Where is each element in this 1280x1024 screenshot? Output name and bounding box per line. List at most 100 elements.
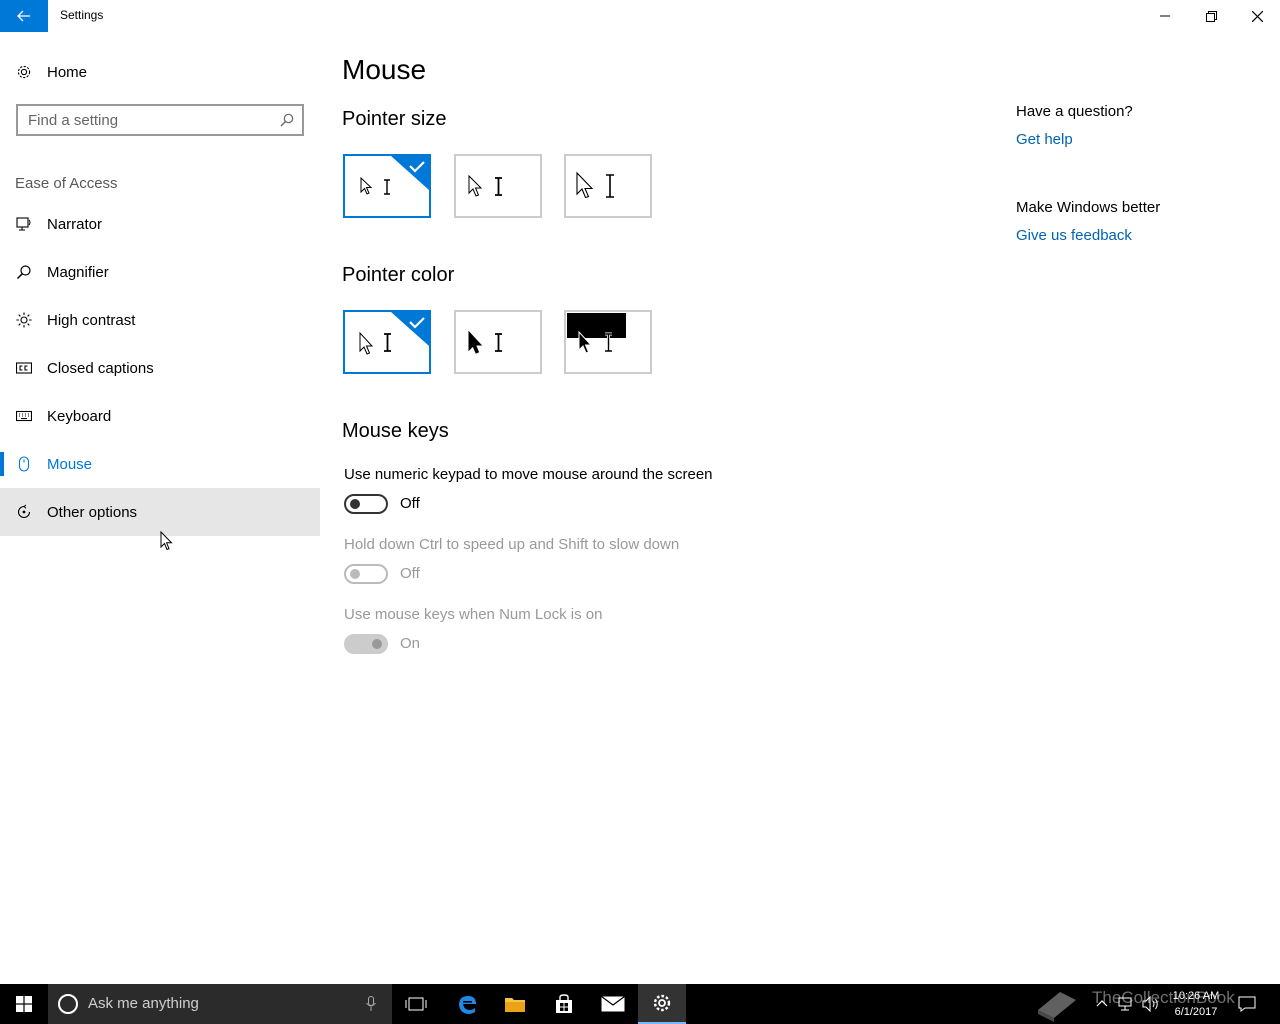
give-feedback-link[interactable]: Give us feedback [1016, 227, 1132, 244]
mouse-pointer-icon [160, 531, 173, 551]
feedback-title: Make Windows better [1016, 199, 1161, 216]
close-icon [1251, 10, 1263, 22]
high-contrast-icon [16, 312, 32, 328]
gear-icon [653, 994, 671, 1012]
sidebar-item-keyboard[interactable]: Keyboard [0, 392, 320, 440]
num-lock-label: Use mouse keys when Num Lock is on [344, 606, 603, 623]
pointer-size-option-large[interactable] [564, 154, 652, 218]
pointer-preview-icon [468, 174, 502, 197]
sidebar-item-closed-captions[interactable]: Closed captions [0, 344, 320, 392]
sidebar: Home Ease of Access Narrator Magnifier H… [0, 32, 320, 984]
close-button[interactable] [1234, 0, 1280, 32]
numeric-keypad-toggle[interactable] [344, 494, 388, 514]
sidebar-item-label: Home [47, 63, 88, 81]
microphone-icon[interactable] [366, 996, 376, 1012]
back-button[interactable] [0, 0, 48, 32]
sidebar-item-label: Mouse [47, 455, 93, 473]
action-center-icon[interactable] [1238, 996, 1256, 1012]
clock-date: 6/1/2017 [1174, 1006, 1218, 1018]
sidebar-item-magnifier[interactable]: Magnifier [0, 248, 320, 296]
cortana-icon [58, 994, 78, 1014]
store-icon [556, 994, 572, 1013]
pointer-preview-icon [567, 313, 626, 354]
sidebar-item-other-options[interactable]: Other options [0, 488, 320, 536]
taskbar: Ask me anything TheCollectionBook 10:26 … [0, 984, 1280, 1024]
sidebar-item-label: Narrator [47, 215, 103, 233]
cortana-search-text: Ask me anything [88, 995, 199, 1012]
pointer-size-heading: Pointer size [342, 108, 447, 130]
file-explorer-button[interactable] [491, 984, 539, 1024]
minimize-icon [1160, 15, 1170, 17]
checkmark-icon [391, 156, 429, 190]
search-box[interactable] [16, 104, 304, 136]
pointer-color-option-black[interactable] [454, 310, 542, 374]
sidebar-item-mouse[interactable]: Mouse [0, 440, 320, 488]
mail-button[interactable] [589, 984, 637, 1024]
ctrl-shift-speed-state: Off [400, 565, 420, 582]
cortana-search-box[interactable]: Ask me anything [48, 984, 392, 1024]
magnifier-icon [16, 265, 31, 280]
sidebar-item-label: High contrast [47, 311, 136, 329]
minimize-button[interactable] [1142, 0, 1188, 32]
edge-button[interactable] [443, 984, 491, 1024]
settings-taskbar-button[interactable] [638, 984, 686, 1024]
back-arrow-icon [17, 10, 30, 22]
task-view-icon [405, 997, 427, 1011]
pointer-color-option-white[interactable] [343, 310, 431, 374]
sidebar-item-label: Closed captions [47, 359, 154, 377]
search-input[interactable] [18, 106, 268, 134]
pointer-preview-icon [468, 330, 502, 354]
book-watermark-icon [1038, 992, 1076, 1022]
sidebar-item-narrator[interactable]: Narrator [0, 200, 320, 248]
gear-icon [17, 65, 31, 79]
pointer-preview-icon [576, 171, 614, 199]
toggle-knob [350, 569, 360, 579]
restore-button[interactable] [1188, 0, 1234, 32]
pointer-color-heading: Pointer color [342, 264, 455, 286]
sidebar-item-label: Magnifier [47, 263, 109, 281]
question-title: Have a question? [1016, 103, 1133, 120]
keyboard-icon [16, 410, 32, 422]
other-options-icon [17, 504, 31, 519]
pointer-size-option-medium[interactable] [454, 154, 542, 218]
num-lock-toggle [344, 634, 388, 654]
toggle-knob [350, 499, 360, 509]
num-lock-state: On [400, 635, 421, 652]
window-title: Settings [60, 8, 104, 22]
title-bar: Settings [0, 0, 1280, 32]
sidebar-item-label: Other options [47, 503, 138, 521]
chevron-up-icon[interactable] [1096, 999, 1108, 1007]
start-button[interactable] [0, 984, 48, 1024]
selection-indicator [0, 452, 4, 476]
sidebar-item-label: Keyboard [47, 407, 112, 425]
closed-captions-icon [16, 362, 32, 374]
task-view-button[interactable] [392, 984, 440, 1024]
mouse-keys-heading: Mouse keys [342, 420, 449, 442]
windows-logo-icon [16, 996, 32, 1012]
ctrl-shift-speed-label: Hold down Ctrl to speed up and Shift to … [344, 536, 680, 553]
edge-icon [459, 996, 476, 1014]
numeric-keypad-state: Off [400, 495, 420, 512]
pointer-color-option-inverted[interactable] [564, 310, 652, 374]
checkmark-icon [391, 312, 429, 346]
pointer-size-option-small[interactable] [343, 154, 431, 218]
sidebar-item-high-contrast[interactable]: High contrast [0, 296, 320, 344]
toggle-knob [372, 639, 382, 649]
search-icon[interactable] [280, 113, 294, 127]
network-icon[interactable] [1117, 996, 1133, 1012]
ctrl-shift-speed-toggle [344, 564, 388, 584]
narrator-icon [16, 217, 31, 231]
mail-icon [601, 996, 625, 1012]
folder-icon [505, 998, 525, 1012]
volume-icon[interactable] [1142, 996, 1160, 1012]
page-title: Mouse [342, 54, 427, 85]
taskbar-clock[interactable]: 10:26 AM 6/1/2017 [1168, 988, 1224, 1020]
restore-icon [1205, 10, 1217, 22]
section-label: Ease of Access [15, 175, 118, 192]
clock-time: 10:26 AM [1172, 990, 1220, 1002]
sidebar-item-home[interactable]: Home [0, 48, 320, 96]
get-help-link[interactable]: Get help [1016, 131, 1073, 148]
store-button[interactable] [540, 984, 588, 1024]
mouse-icon [18, 456, 30, 472]
numeric-keypad-label: Use numeric keypad to move mouse around … [344, 466, 713, 483]
